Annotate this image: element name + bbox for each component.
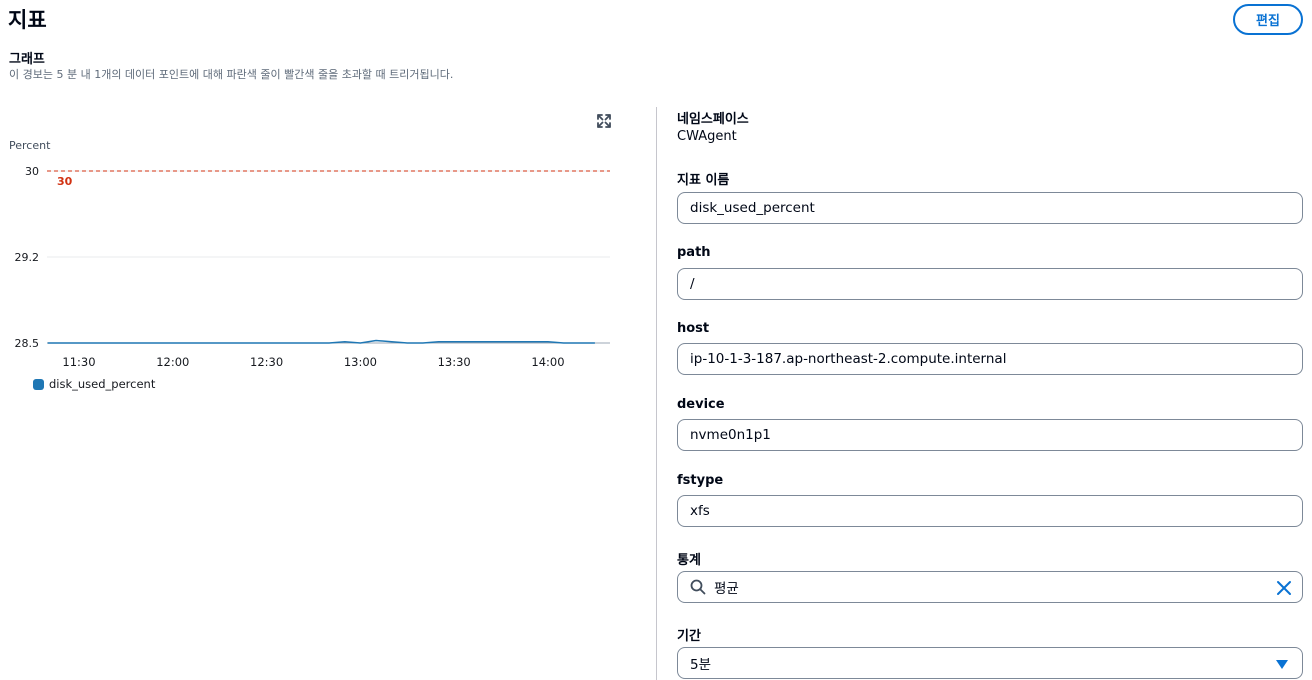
legend-swatch xyxy=(33,378,44,390)
page-title: 지표 xyxy=(8,8,47,32)
device-field[interactable]: nvme0n1p1 xyxy=(677,419,1303,451)
expand-icon[interactable] xyxy=(596,113,612,129)
y-tick-label: 29.2 xyxy=(15,251,40,264)
device-label: device xyxy=(677,397,725,412)
close-icon[interactable] xyxy=(1276,580,1292,596)
chart-legend: disk_used_percent xyxy=(33,377,155,391)
period-select[interactable]: 5분 xyxy=(677,647,1303,679)
graph-title: 그래프 xyxy=(9,52,45,67)
x-tick-label: 12:00 xyxy=(156,355,189,369)
column-divider xyxy=(656,107,657,680)
threshold-label: 30 xyxy=(57,175,73,188)
fstype-label: fstype xyxy=(677,473,724,488)
period-value: 5분 xyxy=(690,657,712,673)
y-axis-label: Percent xyxy=(9,139,51,152)
statistic-select[interactable]: 평균 xyxy=(677,571,1303,603)
legend-label: disk_used_percent xyxy=(49,377,156,391)
edit-button[interactable]: 편집 xyxy=(1233,4,1303,35)
y-tick-label: 28.5 xyxy=(15,337,40,350)
namespace-label: 네임스페이스 xyxy=(677,112,749,127)
x-tick-label: 11:30 xyxy=(62,355,95,369)
caret-down-icon xyxy=(1276,660,1288,669)
path-field[interactable]: / xyxy=(677,268,1303,300)
x-tick-label: 12:30 xyxy=(250,355,283,369)
line-chart: Percent 30 29.2 28.5 11:30 12:00 12:30 13:00 13… xyxy=(9,139,610,369)
statistic-value: 평균 xyxy=(714,581,739,597)
path-label: path xyxy=(677,245,711,260)
search-icon xyxy=(690,579,706,595)
namespace-value: CWAgent xyxy=(677,129,737,144)
statistic-label: 통계 xyxy=(677,553,701,568)
y-tick-label: 30 xyxy=(25,165,39,178)
period-label: 기간 xyxy=(677,629,701,644)
fstype-field[interactable]: xfs xyxy=(677,495,1303,527)
x-tick-label: 13:30 xyxy=(438,355,471,369)
metric-name-label: 지표 이름 xyxy=(677,173,730,188)
metric-name-field[interactable]: disk_used_percent xyxy=(677,192,1303,224)
host-field[interactable]: ip-10-1-3-187.ap-northeast-2.compute.int… xyxy=(677,343,1303,375)
x-tick-label: 13:00 xyxy=(344,355,377,369)
host-label: host xyxy=(677,321,710,336)
x-tick-label: 14:00 xyxy=(531,355,564,369)
graph-description: 이 경보는 5 분 내 1개의 데이터 포인트에 대해 파란색 줄이 빨간색 줄… xyxy=(9,68,454,81)
